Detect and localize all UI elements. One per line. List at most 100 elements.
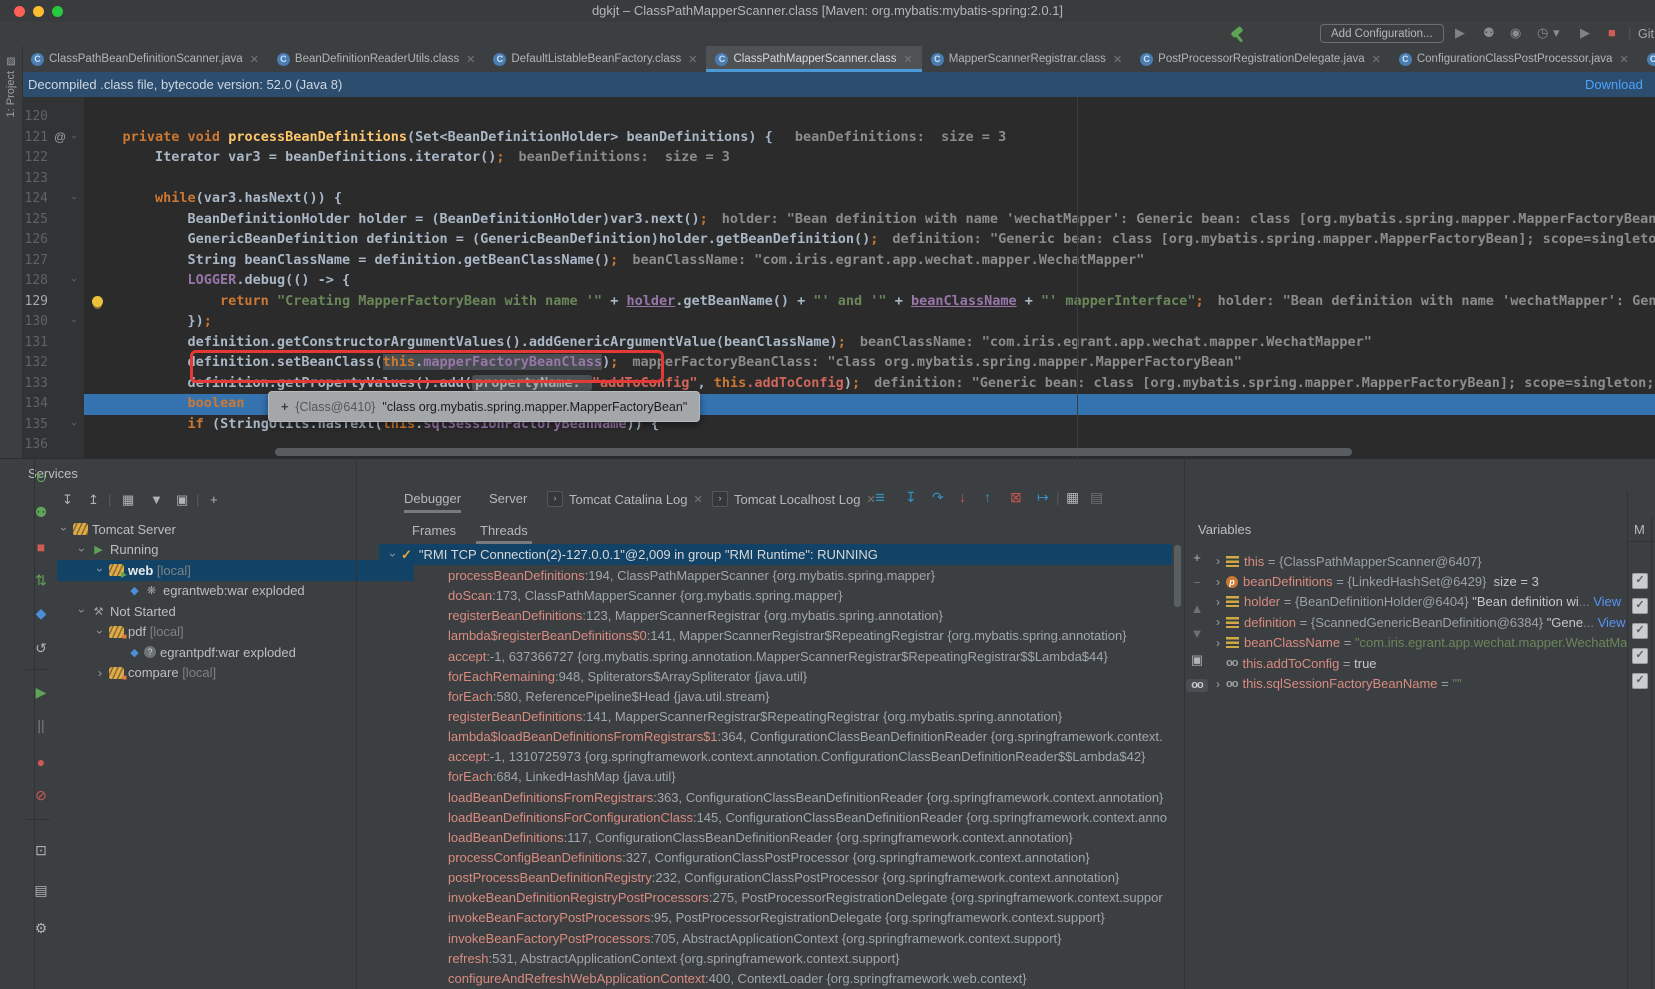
show-watches-icon[interactable]: oo bbox=[1186, 679, 1208, 692]
editor-tab-4[interactable]: CClassPathMapperScanner.class✕ bbox=[706, 46, 921, 72]
stack-frame-row[interactable]: accept:-1, 1310725973 {org.springframewo… bbox=[379, 747, 1241, 767]
stack-frame-row[interactable]: forEach:580, ReferencePipeline$Head {jav… bbox=[379, 687, 1241, 707]
stack-frame-row[interactable]: invokeBeanFactoryPostProcessors:95, Post… bbox=[379, 908, 1241, 928]
git-label[interactable]: Git: bbox=[1638, 27, 1655, 41]
move-watch-up-icon[interactable]: ▲ bbox=[1186, 602, 1208, 615]
close-tab-icon[interactable]: ✕ bbox=[466, 53, 475, 66]
variable-row-this-sqlsessionfactorybeanname[interactable]: ›oothis.sqlSessionFactoryBeanName = "" bbox=[1210, 673, 1627, 693]
stack-frame-row[interactable]: loadBeanDefinitions:117, ConfigurationCl… bbox=[379, 828, 1241, 848]
coverage-button[interactable]: ◉ bbox=[1510, 26, 1521, 39]
fold-marker-icon[interactable]: › bbox=[68, 422, 80, 426]
chevron-right-icon[interactable]: › bbox=[1210, 677, 1226, 691]
annotation-gutter-icon[interactable]: @ bbox=[54, 130, 66, 144]
layout-settings-icon[interactable]: ▤ bbox=[1090, 490, 1103, 504]
run-button[interactable]: ▶ bbox=[1455, 26, 1465, 39]
memory-checkbox[interactable]: ✓ bbox=[1632, 648, 1648, 664]
move-watch-down-icon[interactable]: ▼ bbox=[1186, 627, 1208, 640]
stack-frame-row[interactable]: processBeanDefinitions:194, ClassPathMap… bbox=[379, 566, 1241, 586]
stack-frame-row[interactable]: invokeBeanDefinitionRegistryPostProcesso… bbox=[379, 888, 1241, 908]
tree-item-egrantweb-war-exploded[interactable]: ◆❋egrantweb:war exploded bbox=[57, 581, 432, 602]
stack-frame-row[interactable]: registerBeanDefinitions:141, MapperScann… bbox=[379, 707, 1241, 727]
stack-frame-row[interactable]: loadBeanDefinitionsFromRegistrars:363, C… bbox=[379, 788, 1241, 808]
stack-frame-row[interactable]: processConfigBeanDefinitions:327, Config… bbox=[379, 848, 1241, 868]
close-tab-icon[interactable]: ✕ bbox=[694, 493, 703, 506]
close-tab-icon[interactable]: ✕ bbox=[903, 53, 912, 66]
close-tab-icon[interactable]: ✕ bbox=[688, 53, 697, 66]
tree-item-web[interactable]: ›▶web [local] bbox=[57, 560, 414, 581]
debugger-tab-tomcat-catalina-log[interactable]: ›Tomcat Catalina Log✕ bbox=[547, 491, 703, 507]
variable-row-definition[interactable]: ›definition = {ScannedGenericBeanDefinit… bbox=[1210, 612, 1627, 632]
memory-checkbox[interactable]: ✓ bbox=[1632, 573, 1648, 589]
add-watch-icon[interactable]: + bbox=[1186, 551, 1208, 564]
tab-frames[interactable]: Frames bbox=[412, 523, 456, 538]
debugger-tab-debugger[interactable]: Debugger bbox=[404, 491, 461, 506]
chevron-icon[interactable]: › bbox=[93, 563, 107, 577]
tab-threads[interactable]: Threads bbox=[480, 523, 528, 538]
variable-row-beanclassname[interactable]: ›beanClassName = "com.iris.egrant.app.we… bbox=[1210, 633, 1627, 653]
chevron-right-icon[interactable]: › bbox=[1210, 636, 1226, 650]
memory-checkbox[interactable]: ✓ bbox=[1632, 673, 1648, 689]
editor-tab-8[interactable]: CConfiguratio bbox=[1638, 46, 1655, 72]
download-link[interactable]: Download bbox=[1585, 77, 1643, 92]
tree-item-compare[interactable]: ›■compare [local] bbox=[57, 663, 414, 684]
add-service-icon[interactable]: + bbox=[210, 493, 218, 506]
add-configuration-button[interactable]: Add Configuration... bbox=[1320, 24, 1444, 43]
editor-tab-7[interactable]: CConfigurationClassPostProcessor.java✕ bbox=[1390, 46, 1638, 72]
frames-scrollbar[interactable] bbox=[1174, 545, 1181, 607]
close-tab-icon[interactable]: ✕ bbox=[1372, 53, 1381, 66]
layout-menu-icon[interactable]: ≡ bbox=[875, 489, 885, 506]
tree-item-pdf[interactable]: ›■pdf [local] bbox=[57, 622, 414, 643]
chevron-icon[interactable]: › bbox=[75, 604, 89, 618]
editor-tab-6[interactable]: CPostProcessorRegistrationDelegate.java✕ bbox=[1131, 46, 1390, 72]
fold-marker-icon[interactable]: › bbox=[68, 319, 80, 323]
variable-row-this[interactable]: ›this = {ClassPathMapperScanner@6407} bbox=[1210, 551, 1627, 571]
variable-row-this-addtoconfig[interactable]: oothis.addToConfig = true bbox=[1210, 653, 1627, 673]
tree-item-tomcat-server[interactable]: ›Tomcat Server bbox=[57, 519, 378, 540]
thread-header-row[interactable]: › ✓ "RMI TCP Connection(2)-127.0.0.1"@2,… bbox=[379, 544, 1172, 565]
profiler-dropdown[interactable]: ▾ bbox=[1553, 26, 1560, 39]
stop-button[interactable]: ■ bbox=[1608, 26, 1616, 39]
expand-all-icon[interactable]: ↧ bbox=[62, 493, 73, 506]
tree-item-not-started[interactable]: ›⚒Not Started bbox=[57, 601, 396, 622]
memory-checkbox[interactable]: ✓ bbox=[1632, 598, 1648, 614]
chevron-icon[interactable]: › bbox=[57, 522, 71, 536]
sidebar-stripe----project[interactable]: ▨1: Project bbox=[0, 56, 22, 117]
stack-frame-row[interactable]: registerBeanDefinitions:123, MapperScann… bbox=[379, 606, 1241, 626]
chevron-icon[interactable]: › bbox=[93, 625, 107, 639]
profiler-button[interactable]: ◷ bbox=[1537, 26, 1548, 39]
fold-marker-icon[interactable]: › bbox=[68, 278, 80, 282]
debugger-tab-server[interactable]: Server bbox=[489, 491, 527, 506]
debugger-tab-tomcat-localhost-log[interactable]: ›Tomcat Localhost Log✕ bbox=[712, 491, 876, 507]
tree-item-egrantpdf-war-exploded[interactable]: ◆?egrantpdf:war exploded bbox=[57, 642, 432, 663]
stack-frame-row[interactable]: lambda$loadBeanDefinitionsFromRegistrars… bbox=[379, 727, 1241, 747]
evaluate-expression-icon[interactable]: ▦ bbox=[1066, 490, 1079, 504]
tree-item-running[interactable]: ›▶Running bbox=[57, 540, 396, 561]
stack-frame-row[interactable]: forEachRemaining:948, Spliterators$Array… bbox=[379, 667, 1241, 687]
memory-checkbox[interactable]: ✓ bbox=[1632, 623, 1648, 639]
stack-frame-row[interactable]: accept:-1, 637366727 {org.mybatis.spring… bbox=[379, 647, 1241, 667]
filter-icon[interactable]: ▼ bbox=[150, 493, 163, 506]
stack-frame-row[interactable]: invokeBeanFactoryPostProcessors:705, Abs… bbox=[379, 929, 1241, 949]
chevron-right-icon[interactable]: › bbox=[1210, 595, 1226, 609]
show-execution-point-icon[interactable]: ↧ bbox=[905, 490, 917, 504]
rerun-button[interactable]: ▶ bbox=[1580, 26, 1590, 39]
add-to-watches-icon[interactable]: + bbox=[281, 400, 288, 414]
show-configuration-icon[interactable]: ▣ bbox=[176, 493, 188, 506]
stack-frame-row[interactable]: forEach:684, LinkedHashMap {java.util} bbox=[379, 767, 1241, 787]
run-to-cursor-icon[interactable]: ↦ bbox=[1037, 490, 1049, 504]
chevron-icon[interactable]: › bbox=[93, 666, 107, 680]
editor-tab-1[interactable]: CClassPathBeanDefinitionScanner.java✕ bbox=[22, 46, 268, 72]
duplicate-watch-icon[interactable]: ▣ bbox=[1186, 653, 1208, 666]
editor-horizontal-scrollbar[interactable] bbox=[275, 448, 1352, 456]
stack-frame-row[interactable]: refresh:531, AbstractApplicationContext … bbox=[379, 949, 1241, 969]
build-hammer-icon[interactable] bbox=[1229, 25, 1247, 43]
stack-frame-row[interactable]: doScan:173, ClassPathMapperScanner {org.… bbox=[379, 586, 1241, 606]
chevron-right-icon[interactable]: › bbox=[1210, 615, 1226, 629]
force-step-into-icon[interactable]: ↓ bbox=[959, 490, 966, 504]
debug-button[interactable]: ⚉ bbox=[1483, 26, 1495, 39]
stack-frame-row[interactable]: postProcessBeanDefinitionRegistry:232, C… bbox=[379, 868, 1241, 888]
close-tab-icon[interactable]: ✕ bbox=[1619, 53, 1628, 66]
chevron-right-icon[interactable]: › bbox=[1210, 554, 1226, 568]
step-out-icon[interactable]: ↑ bbox=[984, 490, 991, 504]
fold-marker-icon[interactable]: › bbox=[68, 196, 80, 200]
